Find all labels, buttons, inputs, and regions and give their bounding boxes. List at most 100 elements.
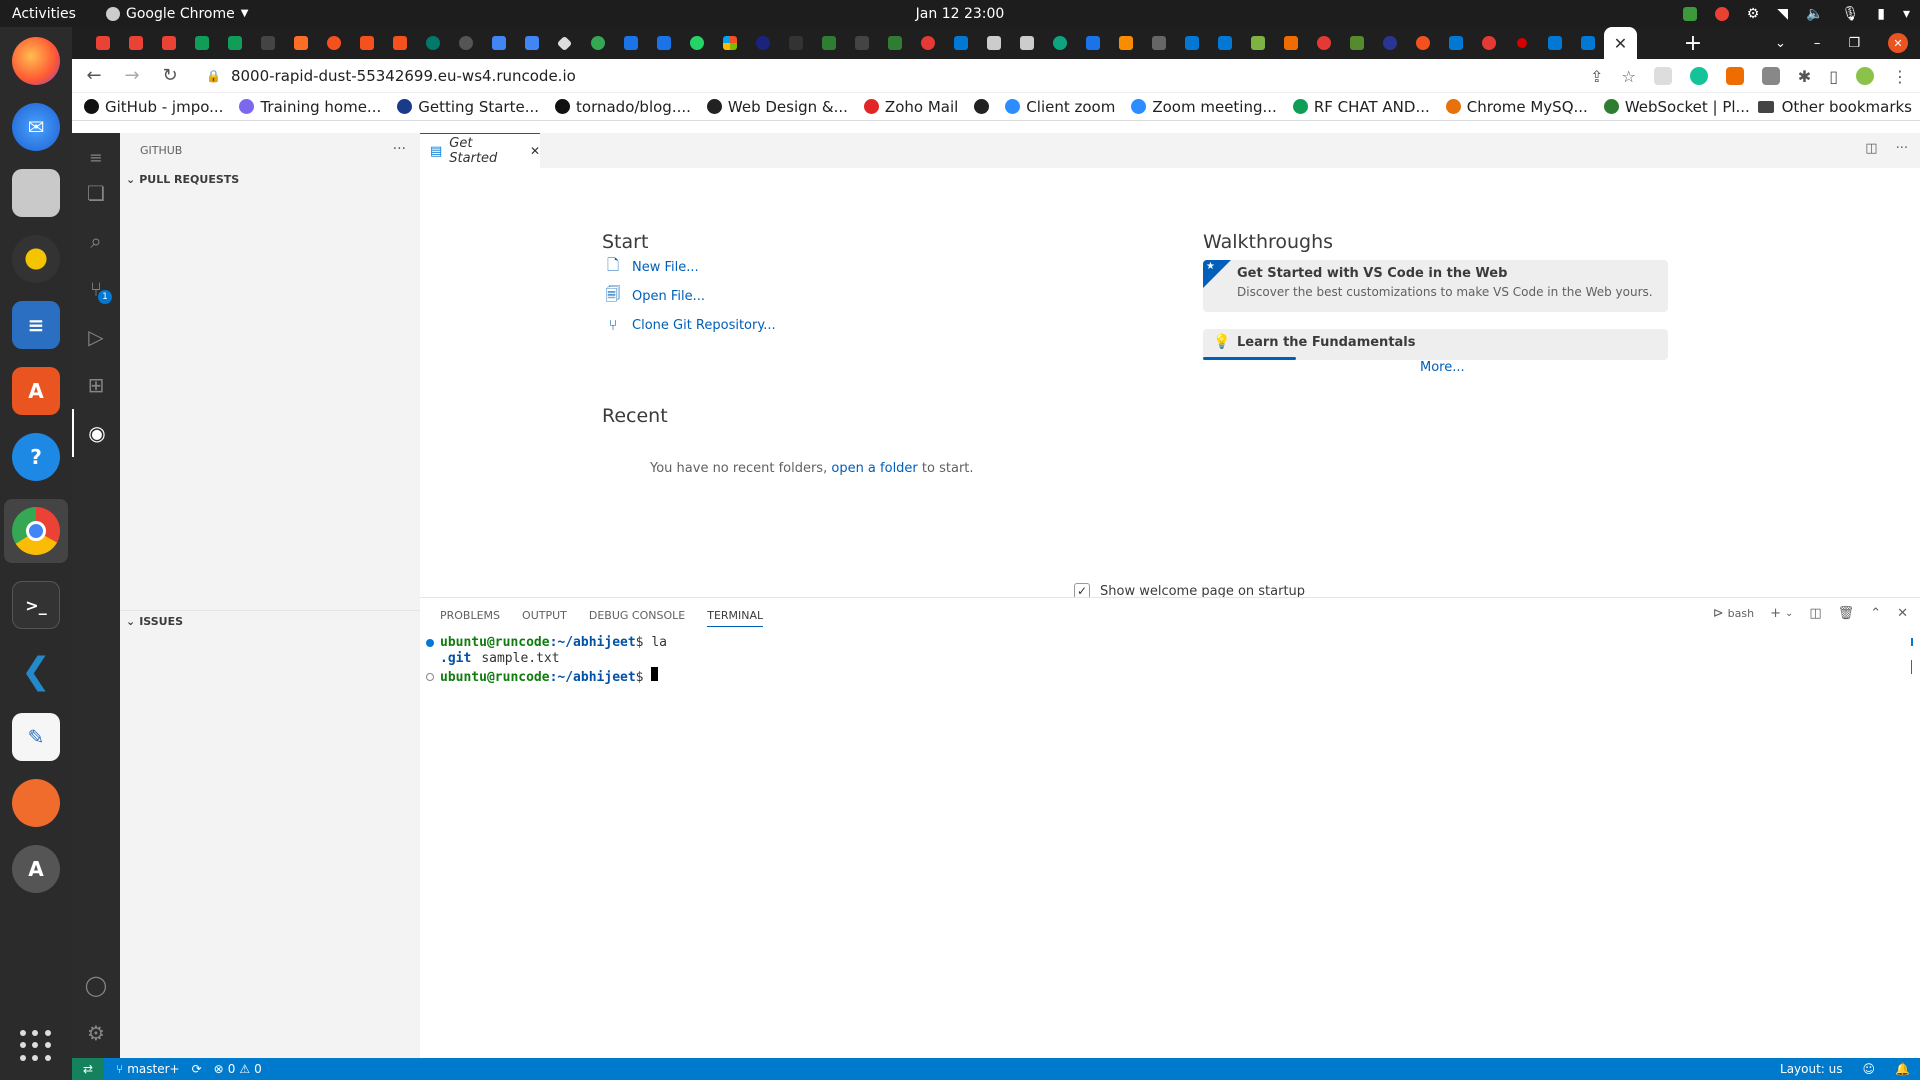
new-terminal-icon[interactable]: + (1770, 606, 1781, 621)
system-tray[interactable]: ⚙ ◥ 🔈 🎙 ▮ ▾ (1682, 6, 1910, 22)
bookmark-item[interactable]: Zoom meeting... (1131, 98, 1277, 116)
open-file-link[interactable]: 🗐 Open File... (604, 285, 706, 305)
tab-chatgpt[interactable] (1043, 27, 1076, 59)
tab-chat[interactable] (185, 27, 218, 59)
files-icon[interactable] (12, 169, 60, 217)
tab-vscode-4[interactable] (1439, 27, 1472, 59)
run-debug-icon[interactable]: ▷ (72, 313, 120, 361)
terminal-dropdown-icon[interactable]: ⌄ (1785, 608, 1793, 619)
bookmark-item[interactable]: tornado/blog.... (555, 98, 691, 116)
command-success-dot[interactable] (426, 639, 434, 647)
pull-requests-section[interactable]: ⌄ PULL REQUESTS (120, 168, 420, 190)
tab-red-circle-3[interactable] (1472, 27, 1505, 59)
walkthrough-fundamentals[interactable]: 💡 Learn the Fundamentals (1203, 329, 1668, 360)
bookmark-item[interactable]: Client zoom (1005, 98, 1115, 116)
new-file-link[interactable]: 🗋 New File... (604, 256, 699, 276)
app-menu[interactable]: Google Chrome ▼ (106, 6, 248, 22)
keyboard-layout[interactable]: Layout: us (1780, 1062, 1843, 1076)
remote-indicator-icon[interactable]: ⇄ (72, 1058, 104, 1080)
terminal-scrollbar[interactable] (1911, 638, 1914, 678)
extension-grammarly-icon[interactable] (1689, 67, 1708, 85)
new-tab-icon[interactable]: + (1677, 27, 1709, 59)
clone-git-link[interactable]: ⑂ Clone Git Repository... (604, 316, 775, 334)
clock[interactable]: Jan 12 23:00 (916, 6, 1005, 22)
extensions-icon[interactable]: ⊞ (72, 361, 120, 409)
tab-docs[interactable] (515, 27, 548, 59)
feedback-icon[interactable]: ☺ (1863, 1062, 1876, 1076)
bookmark-item[interactable] (974, 99, 990, 114)
ubuntu-software-icon[interactable]: A (12, 367, 60, 415)
tab-microsoft[interactable] (713, 27, 746, 59)
bookmark-item[interactable]: Zoho Mail (863, 98, 958, 116)
tab-green-3[interactable] (1241, 27, 1274, 59)
extension-qr-icon[interactable] (1761, 67, 1780, 85)
tab-orange-1[interactable] (317, 27, 350, 59)
tab-dark-1[interactable] (449, 27, 482, 59)
split-terminal-icon[interactable]: ◫ (1809, 606, 1821, 621)
battery-icon[interactable]: ▮ (1877, 6, 1885, 22)
tab-lightning[interactable] (1076, 27, 1109, 59)
back-icon[interactable]: ← (82, 64, 106, 88)
maximize-panel-icon[interactable]: ⌃ (1870, 606, 1881, 621)
tab-orange-3[interactable] (383, 27, 416, 59)
github-icon[interactable]: ◉ (72, 409, 120, 457)
tab-green-1[interactable] (812, 27, 845, 59)
open-folder-link[interactable]: open a folder (831, 461, 917, 476)
power-menu-icon[interactable]: ▾ (1903, 6, 1910, 22)
rhythmbox-icon[interactable] (12, 235, 60, 283)
tab-debug-console[interactable]: DEBUG CONSOLE (589, 609, 685, 622)
git-branch[interactable]: ⑂ master+ (116, 1062, 180, 1076)
close-tab-icon[interactable]: ✕ (530, 144, 540, 158)
tab-check[interactable] (581, 27, 614, 59)
tab-orange-4[interactable] (1274, 27, 1307, 59)
tab-active-close-icon[interactable]: ✕ (1604, 27, 1637, 59)
explorer-icon[interactable]: ❏ (72, 169, 120, 217)
bookmark-star-icon[interactable]: ☆ (1621, 67, 1635, 86)
walkthrough-get-started[interactable]: ★ Get Started with VS Code in the Web Di… (1203, 260, 1668, 312)
software-updater-icon[interactable]: A (12, 845, 60, 893)
terminal-output[interactable]: ubuntu@runcode:~/abhijeet$ la .git sampl… (426, 635, 667, 686)
more-walkthroughs-link[interactable]: More... (1420, 360, 1465, 375)
bookmark-item[interactable]: Chrome MySQ... (1445, 98, 1588, 116)
bookmark-item[interactable]: Web Design &... (706, 98, 848, 116)
tab-red-circle-2[interactable] (1307, 27, 1340, 59)
split-editor-icon[interactable]: ◫ (1865, 141, 1877, 156)
kill-terminal-icon[interactable]: 🗑 (1838, 606, 1855, 621)
tab-terminal[interactable]: TERMINAL (707, 609, 764, 627)
other-bookmarks[interactable]: Other bookmarks (1757, 93, 1912, 121)
close-window-icon[interactable]: ✕ (1888, 33, 1908, 53)
firefox-icon[interactable] (12, 37, 60, 85)
minimize-icon[interactable]: – (1814, 36, 1821, 51)
tab-generic-1[interactable] (251, 27, 284, 59)
chrome-tray-icon[interactable] (1714, 6, 1729, 21)
tab-red-dot[interactable] (1505, 27, 1538, 59)
extension-cast-icon[interactable] (1653, 67, 1672, 85)
postman-icon[interactable] (12, 779, 60, 827)
side-panel-icon[interactable]: ▯ (1829, 67, 1838, 86)
activities-button[interactable]: Activities (0, 6, 96, 22)
tab-gitlab[interactable] (284, 27, 317, 59)
tab-vscode-3[interactable] (1208, 27, 1241, 59)
tab-whatsapp[interactable] (680, 27, 713, 59)
close-panel-icon[interactable]: ✕ (1897, 606, 1908, 621)
shield-check-icon[interactable] (1682, 6, 1697, 21)
tab-blue-circle-2[interactable] (1373, 27, 1406, 59)
search-icon[interactable]: ⌕ (72, 217, 120, 265)
chrome-icon[interactable] (4, 499, 68, 563)
tab-vscode-5[interactable] (1538, 27, 1571, 59)
bookmark-item[interactable]: RF CHAT AND... (1292, 98, 1430, 116)
tab-red-circle-1[interactable] (911, 27, 944, 59)
tab-gmail-2[interactable] (119, 27, 152, 59)
tab-blue-circle[interactable] (746, 27, 779, 59)
bookmark-item[interactable]: Training home... (239, 98, 381, 116)
bookmark-item[interactable]: WebSocket | Pl... (1603, 98, 1750, 116)
profile-avatar[interactable] (1856, 67, 1874, 85)
tab-vscode-1[interactable] (944, 27, 977, 59)
issues-section[interactable]: ⌄ ISSUES (120, 610, 420, 632)
bookmark-item[interactable]: GitHub - jmpo... (84, 98, 223, 116)
tab-output[interactable]: OUTPUT (522, 609, 567, 622)
address-bar[interactable]: 🔒 8000-rapid-dust-55342699.eu-ws4.runcod… (206, 67, 576, 85)
more-actions-icon[interactable]: ··· (393, 141, 406, 157)
microphone-icon[interactable]: 🎙 (1841, 6, 1859, 22)
manage-gear-icon[interactable]: ⚙ (72, 1009, 120, 1057)
